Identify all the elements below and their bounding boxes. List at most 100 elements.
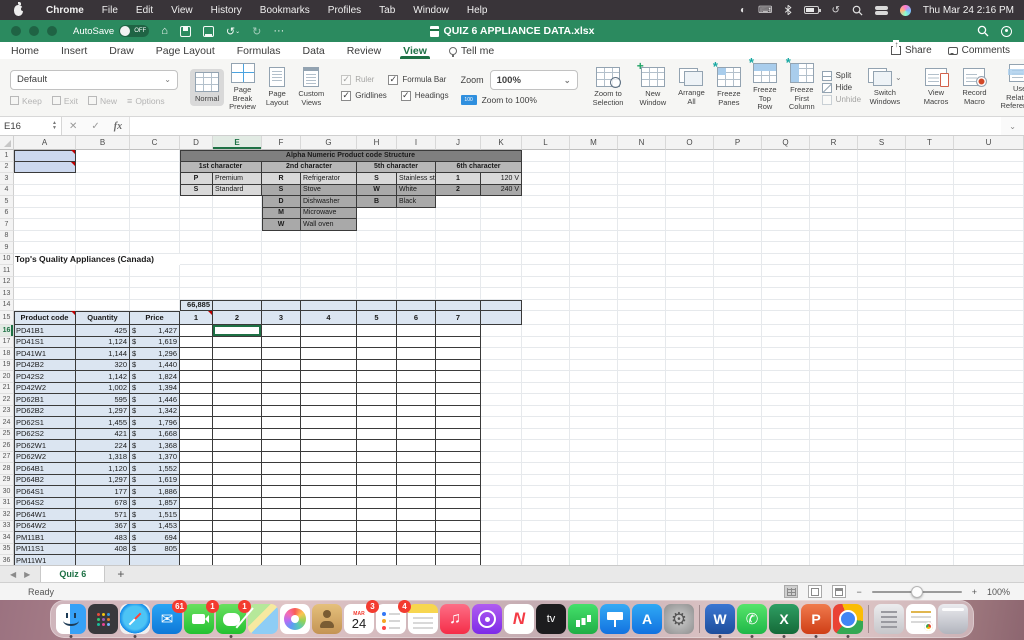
cell-J25[interactable]	[436, 428, 481, 440]
cell-P33[interactable]	[714, 520, 762, 532]
cell-G12[interactable]	[301, 276, 357, 288]
cell-R10[interactable]	[810, 253, 858, 265]
cell-E6[interactable]	[213, 207, 262, 219]
record-macro-button[interactable]: Record Macro	[957, 65, 991, 109]
row-header-34[interactable]: 34	[0, 532, 14, 544]
row-header-29[interactable]: 29	[0, 474, 14, 486]
cell-G25[interactable]	[301, 428, 357, 440]
cell-D21[interactable]	[180, 382, 213, 394]
page-break-preview-button[interactable]: Page Break Preview	[224, 60, 261, 115]
cell-I33[interactable]	[397, 520, 436, 532]
cell-G15[interactable]: 4	[301, 311, 357, 325]
cell-R29[interactable]	[810, 474, 858, 486]
cell-M28[interactable]	[570, 463, 618, 475]
cell-G8[interactable]	[301, 230, 357, 242]
row-header-31[interactable]: 31	[0, 497, 14, 509]
cell-I25[interactable]	[397, 428, 436, 440]
cell-O4[interactable]	[666, 184, 714, 196]
cell-B2[interactable]	[76, 161, 130, 173]
cell-G30[interactable]	[301, 486, 357, 498]
cell-O28[interactable]	[666, 463, 714, 475]
cell-R23[interactable]	[810, 405, 858, 417]
cell-A1[interactable]	[14, 150, 76, 162]
cell-B28[interactable]: 1,120	[76, 463, 130, 475]
cell-Q9[interactable]	[762, 242, 810, 254]
cell-I6[interactable]	[397, 207, 436, 219]
cell-A15[interactable]: Product code	[14, 311, 76, 325]
cell-F20[interactable]	[262, 371, 301, 383]
menu-item-view[interactable]: View	[162, 5, 202, 16]
cell-H27[interactable]	[357, 451, 397, 463]
cell-N1[interactable]	[618, 150, 666, 162]
cell-S32[interactable]	[858, 509, 906, 521]
cell-D5[interactable]	[180, 196, 213, 208]
cell-D6[interactable]	[180, 207, 213, 219]
cell-Q1[interactable]	[762, 150, 810, 162]
menu-bar-clock[interactable]: Thu Mar 24 2:16 PM	[923, 5, 1014, 16]
cell-S24[interactable]	[858, 417, 906, 429]
page-break-view-toggle[interactable]	[832, 585, 847, 598]
cell-K30[interactable]	[481, 486, 522, 498]
cell-K12[interactable]	[481, 276, 522, 288]
cell-T11[interactable]	[906, 265, 954, 277]
cell-E17[interactable]	[213, 336, 262, 348]
cell-J8[interactable]	[436, 230, 481, 242]
cell-S5[interactable]	[858, 196, 906, 208]
sheet-view-dropdown[interactable]: Default ⌄	[10, 69, 178, 90]
cell-C32[interactable]: $1,515	[130, 509, 180, 521]
zoom-slider[interactable]	[871, 585, 962, 598]
tab-page-layout[interactable]: Page Layout	[145, 42, 226, 59]
dock-finder-icon[interactable]	[56, 604, 86, 638]
cell-M13[interactable]	[570, 288, 618, 300]
cell-D7[interactable]	[180, 219, 213, 231]
formula-bar-expand-icon[interactable]: ⌄	[1001, 122, 1024, 131]
cell-O6[interactable]	[666, 207, 714, 219]
cell-P13[interactable]	[714, 288, 762, 300]
cell-R24[interactable]	[810, 417, 858, 429]
cell-R26[interactable]	[810, 440, 858, 452]
cell-O2[interactable]	[666, 161, 714, 173]
cell-F4[interactable]: S	[262, 184, 301, 196]
cell-B29[interactable]: 1,297	[76, 474, 130, 486]
cell-F17[interactable]	[262, 336, 301, 348]
cell-O25[interactable]	[666, 428, 714, 440]
row-header-8[interactable]: 8	[0, 230, 14, 242]
col-header-L[interactable]: L	[522, 136, 570, 150]
cell-R28[interactable]	[810, 463, 858, 475]
cell-E10[interactable]	[213, 253, 262, 265]
cell-D22[interactable]	[180, 394, 213, 406]
cell-L20[interactable]	[522, 371, 570, 383]
cell-G11[interactable]	[301, 265, 357, 277]
cell-A14[interactable]	[14, 299, 76, 311]
cell-J24[interactable]	[436, 417, 481, 429]
cell-C8[interactable]	[130, 230, 180, 242]
cell-F26[interactable]	[262, 440, 301, 452]
cell-Q7[interactable]	[762, 219, 810, 231]
cell-U6[interactable]	[954, 207, 1024, 219]
cell-K3[interactable]: 120 V	[481, 173, 522, 185]
cell-A25[interactable]: PD62S2	[14, 428, 76, 440]
cell-A7[interactable]	[14, 219, 76, 231]
row-header-16[interactable]: 16	[0, 325, 14, 337]
cell-D36[interactable]	[180, 555, 213, 565]
cell-T2[interactable]	[906, 161, 954, 173]
cell-B33[interactable]: 367	[76, 520, 130, 532]
dock-word-icon[interactable]: W	[705, 604, 735, 638]
cell-S35[interactable]	[858, 543, 906, 555]
cell-H24[interactable]	[357, 417, 397, 429]
cell-Q25[interactable]	[762, 428, 810, 440]
cell-J26[interactable]	[436, 440, 481, 452]
cell-M30[interactable]	[570, 486, 618, 498]
cell-T5[interactable]	[906, 196, 954, 208]
cell-U5[interactable]	[954, 196, 1024, 208]
keyboard-icon[interactable]: ⌨	[758, 5, 772, 16]
cell-K32[interactable]	[481, 509, 522, 521]
cell-R3[interactable]	[810, 173, 858, 185]
zoom-dropdown[interactable]: 100% ⌄	[489, 70, 578, 90]
save-icon[interactable]	[179, 25, 191, 37]
col-header-R[interactable]: R	[810, 136, 858, 150]
cell-N34[interactable]	[618, 532, 666, 544]
cell-S3[interactable]	[858, 173, 906, 185]
cell-E9[interactable]	[213, 242, 262, 254]
cell-O8[interactable]	[666, 230, 714, 242]
